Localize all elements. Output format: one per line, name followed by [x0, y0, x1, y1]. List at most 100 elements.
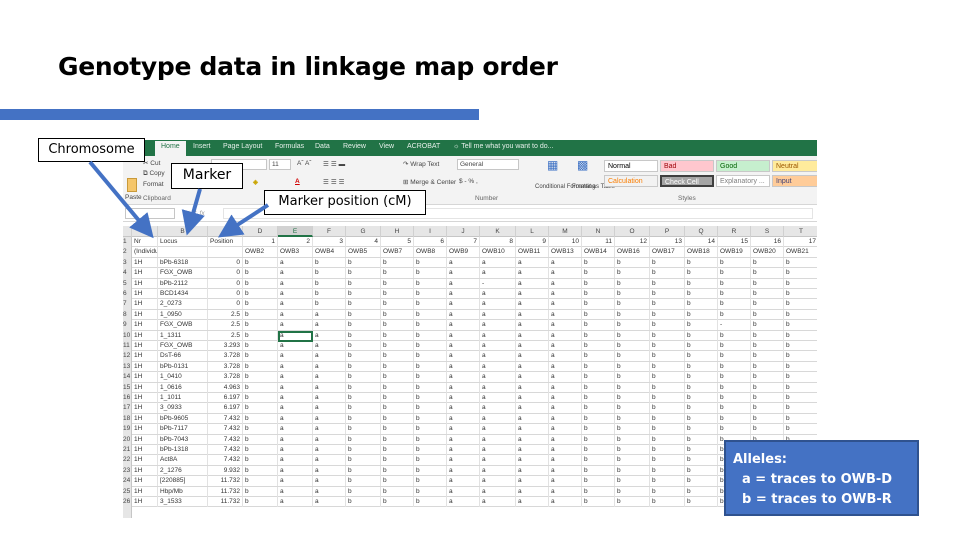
- cell-k26[interactable]: a: [480, 497, 516, 507]
- cell-i11[interactable]: b: [414, 341, 447, 351]
- cell-i20[interactable]: b: [414, 434, 447, 445]
- cell-p23[interactable]: b: [650, 465, 685, 476]
- cell-a19[interactable]: 1H: [132, 424, 158, 435]
- cell-m4[interactable]: a: [549, 268, 582, 279]
- row-header-2[interactable]: 2: [123, 247, 132, 257]
- cell-g3[interactable]: b: [346, 257, 381, 268]
- cell-f4[interactable]: b: [313, 268, 346, 279]
- cell-t13[interactable]: b: [784, 362, 817, 372]
- row-header-22[interactable]: 22: [123, 455, 132, 465]
- cell-p15[interactable]: b: [650, 382, 685, 393]
- cell-g18[interactable]: b: [346, 413, 381, 424]
- cell-q21[interactable]: b: [685, 445, 718, 455]
- cell-o18[interactable]: b: [615, 413, 650, 424]
- cell-t10[interactable]: b: [784, 331, 817, 341]
- cell-t19[interactable]: b: [784, 424, 817, 434]
- cell-c5[interactable]: 0: [208, 278, 243, 289]
- cell-e23[interactable]: a: [278, 465, 313, 476]
- cell-i13[interactable]: b: [414, 361, 447, 372]
- cell-b7[interactable]: 2_0273: [158, 299, 208, 310]
- column-header-k[interactable]: K: [480, 226, 516, 237]
- cell-a18[interactable]: 1H: [132, 413, 158, 424]
- cell-b8[interactable]: 1_0950: [158, 309, 208, 320]
- cell-r6[interactable]: b: [718, 289, 751, 299]
- cell-f19[interactable]: a: [313, 424, 346, 435]
- cell-h19[interactable]: b: [381, 424, 414, 435]
- cell-k18[interactable]: a: [480, 413, 516, 424]
- cell-g24[interactable]: b: [346, 476, 381, 487]
- cell-style-check-cell[interactable]: Check Cell: [660, 175, 714, 187]
- tab-formulas[interactable]: Formulas: [275, 143, 304, 150]
- cell-s9[interactable]: b: [751, 320, 784, 331]
- cell-h5[interactable]: b: [381, 278, 414, 289]
- cell-m20[interactable]: a: [549, 434, 582, 445]
- cell-h15[interactable]: b: [381, 382, 414, 393]
- cell-h4[interactable]: b: [381, 268, 414, 279]
- cell-m22[interactable]: a: [549, 455, 582, 466]
- cell-m18[interactable]: a: [549, 413, 582, 424]
- cell-d12[interactable]: b: [243, 351, 278, 362]
- cell-b17[interactable]: 3_0933: [158, 403, 208, 414]
- cell-c21[interactable]: 7.432: [208, 445, 243, 455]
- cell-d25[interactable]: b: [243, 486, 278, 497]
- cell-q22[interactable]: b: [685, 455, 718, 466]
- cell-d18[interactable]: b: [243, 413, 278, 424]
- cell-c9[interactable]: 2.5: [208, 320, 243, 331]
- row-header-1[interactable]: 1: [123, 237, 132, 247]
- cut-button[interactable]: ✂ Cut: [143, 159, 160, 167]
- cell-f20[interactable]: a: [313, 434, 346, 445]
- cell-p3[interactable]: b: [650, 257, 685, 268]
- cell-o11[interactable]: b: [615, 341, 650, 351]
- cell-s18[interactable]: b: [751, 413, 784, 424]
- cell-g8[interactable]: b: [346, 309, 381, 320]
- cell-j6[interactable]: a: [447, 289, 480, 299]
- cell-a17[interactable]: 1H: [132, 403, 158, 414]
- cell-h3[interactable]: b: [381, 257, 414, 268]
- cell-g6[interactable]: b: [346, 289, 381, 299]
- cell-a14[interactable]: 1H: [132, 372, 158, 383]
- cell-b26[interactable]: 3_1533: [158, 497, 208, 507]
- cell-m5[interactable]: a: [549, 278, 582, 289]
- cell-e19[interactable]: a: [278, 424, 313, 435]
- cell-f5[interactable]: b: [313, 278, 346, 289]
- cell-o24[interactable]: b: [615, 476, 650, 487]
- cell-s4[interactable]: b: [751, 268, 784, 279]
- cell-s16[interactable]: b: [751, 393, 784, 403]
- cell-f7[interactable]: b: [313, 299, 346, 310]
- cell-k5[interactable]: -: [480, 278, 516, 289]
- cell-c6[interactable]: 0: [208, 289, 243, 299]
- cell-d15[interactable]: b: [243, 382, 278, 393]
- cell-m10[interactable]: a: [549, 330, 582, 341]
- cell-i8[interactable]: b: [414, 309, 447, 320]
- cell-q15[interactable]: b: [685, 382, 718, 393]
- cell-j26[interactable]: a: [447, 497, 480, 507]
- cell-p4[interactable]: b: [650, 268, 685, 279]
- cell-d17[interactable]: b: [243, 403, 278, 414]
- cell-k4[interactable]: a: [480, 268, 516, 279]
- cell-o16[interactable]: b: [615, 393, 650, 403]
- cell-e6[interactable]: a: [278, 289, 313, 299]
- cell-p20[interactable]: b: [650, 434, 685, 445]
- column-header-t[interactable]: T: [784, 226, 817, 237]
- cell-o17[interactable]: b: [615, 403, 650, 414]
- column-header-n[interactable]: N: [582, 226, 615, 237]
- cell-p24[interactable]: b: [650, 476, 685, 487]
- cell-r17[interactable]: b: [718, 403, 751, 414]
- number-format-buttons[interactable]: $ - % ,: [459, 178, 478, 185]
- cell-l10[interactable]: a: [516, 330, 549, 341]
- cell-k15[interactable]: a: [480, 382, 516, 393]
- column-header-h[interactable]: H: [381, 226, 414, 237]
- cell-f24[interactable]: a: [313, 476, 346, 487]
- cell-o4[interactable]: b: [615, 268, 650, 279]
- cell-i21[interactable]: b: [414, 445, 447, 455]
- cell-g7[interactable]: b: [346, 299, 381, 310]
- cell-p5[interactable]: b: [650, 278, 685, 289]
- cell-p12[interactable]: b: [650, 351, 685, 362]
- cell-s10[interactable]: b: [751, 330, 784, 341]
- cell-t4[interactable]: b: [784, 268, 817, 278]
- cell-l6[interactable]: a: [516, 289, 549, 299]
- cell-m26[interactable]: a: [549, 497, 582, 507]
- cell-i14[interactable]: b: [414, 372, 447, 383]
- tab-view[interactable]: View: [379, 143, 394, 150]
- cell-e5[interactable]: a: [278, 278, 313, 289]
